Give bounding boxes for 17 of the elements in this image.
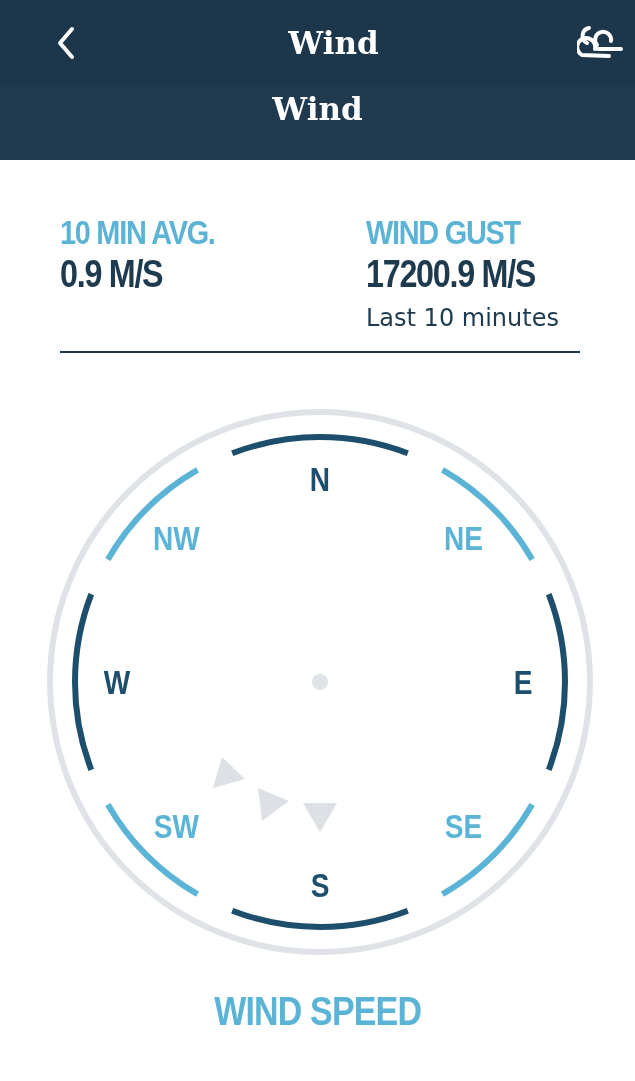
compass-label: S <box>310 866 330 904</box>
section-header: Wind <box>271 91 364 127</box>
compass-label: NW <box>153 520 200 557</box>
compass-label: W <box>103 663 131 701</box>
stat-value: 17200.9 M/S <box>366 252 536 296</box>
compass-label: NE <box>444 520 483 557</box>
center-dot-icon <box>312 674 328 690</box>
compass-label: E <box>513 663 533 701</box>
compass-label: SE <box>444 807 483 844</box>
compass-label: N <box>309 460 331 498</box>
stat-value: 0.9 M/S <box>60 252 163 296</box>
stat-label: 10 MIN AVG. <box>60 212 215 252</box>
page-title: Wind <box>288 24 379 61</box>
section-title: WIND SPEED <box>214 989 421 1034</box>
stat-note: Last 10 minutes <box>366 304 559 332</box>
compass-label: SW <box>153 807 200 844</box>
stat-label: WIND GUST <box>366 212 520 252</box>
